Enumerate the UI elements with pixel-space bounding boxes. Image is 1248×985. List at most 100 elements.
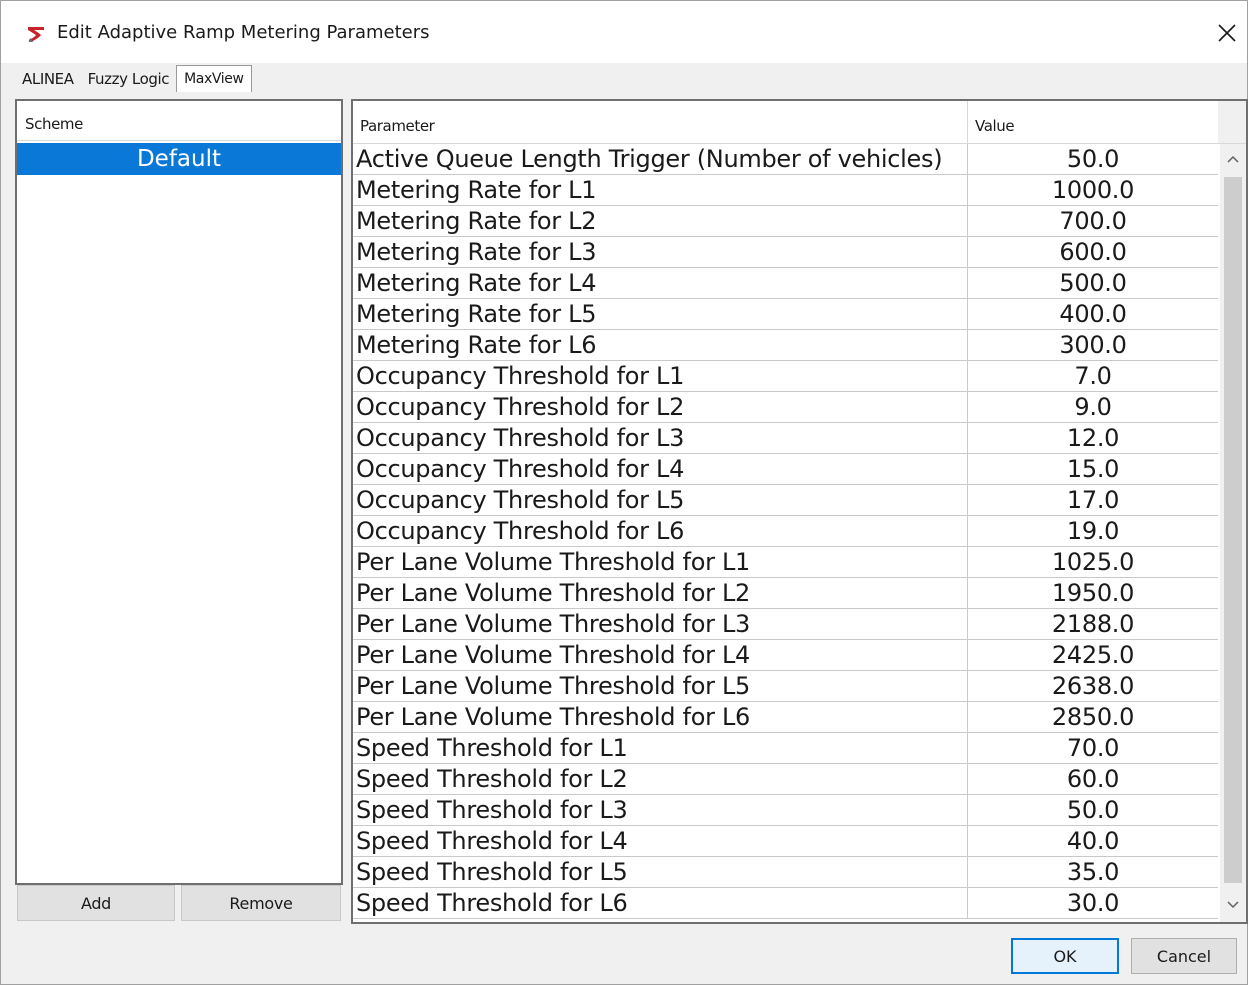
value-cell[interactable]: 30.0 (968, 888, 1218, 918)
table-row[interactable]: Occupancy Threshold for L1 7.0 (353, 361, 1218, 392)
tab-label: ALINEA (22, 70, 74, 88)
table-row[interactable]: Per Lane Volume Threshold for L1 1025.0 (353, 547, 1218, 578)
table-row[interactable]: Metering Rate for L2 700.0 (353, 206, 1218, 237)
list-item-default-scheme[interactable]: Default (17, 143, 341, 175)
value-cell[interactable]: 70.0 (968, 733, 1218, 763)
parameter-cell: Occupancy Threshold for L3 (353, 423, 968, 453)
table-body: Active Queue Length Trigger (Number of v… (353, 144, 1218, 919)
scroll-up-button[interactable] (1220, 146, 1246, 172)
parameter-table: Parameter Value Active Queue Length Trig… (351, 99, 1248, 924)
scheme-label: Default (136, 146, 222, 172)
close-button[interactable] (1209, 15, 1245, 51)
parameter-cell: Speed Threshold for L2 (353, 764, 968, 794)
value-cell[interactable]: 2425.0 (968, 640, 1218, 670)
scrollbar-thumb[interactable] (1224, 177, 1242, 883)
parameter-cell: Speed Threshold for L1 (353, 733, 968, 763)
table-row[interactable]: Per Lane Volume Threshold for L6 2850.0 (353, 702, 1218, 733)
parameter-cell: Occupancy Threshold for L6 (353, 516, 968, 546)
tab-label: MaxView (184, 71, 244, 87)
parameter-cell: Active Queue Length Trigger (Number of v… (353, 144, 968, 174)
value-cell[interactable]: 500.0 (968, 268, 1218, 298)
table-row[interactable]: Occupancy Threshold for L3 12.0 (353, 423, 1218, 454)
chevron-up-icon (1227, 155, 1239, 163)
value-cell[interactable]: 300.0 (968, 330, 1218, 360)
value-cell[interactable]: 50.0 (968, 144, 1218, 174)
chevron-down-icon (1227, 901, 1239, 909)
value-cell[interactable]: 1025.0 (968, 547, 1218, 577)
value-cell[interactable]: 2188.0 (968, 609, 1218, 639)
table-row[interactable]: Speed Threshold for L4 40.0 (353, 826, 1218, 857)
cancel-button[interactable]: Cancel (1131, 938, 1237, 974)
value-cell[interactable]: 9.0 (968, 392, 1218, 422)
dialog-window: Edit Adaptive Ramp Metering Parameters A… (0, 0, 1248, 985)
value-cell[interactable]: 600.0 (968, 237, 1218, 267)
value-cell[interactable]: 400.0 (968, 299, 1218, 329)
table-row[interactable]: Per Lane Volume Threshold for L5 2638.0 (353, 671, 1218, 702)
tab-fuzzy-logic[interactable]: Fuzzy Logic (81, 64, 177, 94)
value-cell[interactable]: 2638.0 (968, 671, 1218, 701)
app-logo-icon (25, 23, 47, 45)
remove-scheme-button[interactable]: Remove (181, 885, 341, 921)
table-row[interactable]: Per Lane Volume Threshold for L3 2188.0 (353, 609, 1218, 640)
parameter-cell: Speed Threshold for L6 (353, 888, 968, 918)
table-row[interactable]: Occupancy Threshold for L6 19.0 (353, 516, 1218, 547)
table-row[interactable]: Speed Threshold for L1 70.0 (353, 733, 1218, 764)
value-cell[interactable]: 40.0 (968, 826, 1218, 856)
algorithm-tabs: ALINEA Fuzzy Logic MaxView (15, 64, 252, 94)
add-scheme-button[interactable]: Add (17, 885, 175, 921)
tab-alinea[interactable]: ALINEA (15, 64, 81, 94)
parameter-cell: Metering Rate for L4 (353, 268, 968, 298)
parameter-cell: Speed Threshold for L4 (353, 826, 968, 856)
column-header-parameter[interactable]: Parameter (353, 101, 968, 144)
table-row[interactable]: Per Lane Volume Threshold for L4 2425.0 (353, 640, 1218, 671)
table-row[interactable]: Metering Rate for L3 600.0 (353, 237, 1218, 268)
window-title: Edit Adaptive Ramp Metering Parameters (57, 22, 430, 43)
close-icon (1218, 24, 1236, 42)
table-row[interactable]: Metering Rate for L1 1000.0 (353, 175, 1218, 206)
value-cell[interactable]: 60.0 (968, 764, 1218, 794)
parameter-cell: Per Lane Volume Threshold for L2 (353, 578, 968, 608)
value-cell[interactable]: 50.0 (968, 795, 1218, 825)
parameter-cell: Occupancy Threshold for L4 (353, 454, 968, 484)
value-cell[interactable]: 2850.0 (968, 702, 1218, 732)
parameter-cell: Occupancy Threshold for L2 (353, 392, 968, 422)
table-row[interactable]: Speed Threshold for L3 50.0 (353, 795, 1218, 826)
parameter-cell: Metering Rate for L6 (353, 330, 968, 360)
table-row[interactable]: Speed Threshold for L5 35.0 (353, 857, 1218, 888)
table-row[interactable]: Active Queue Length Trigger (Number of v… (353, 144, 1218, 175)
value-cell[interactable]: 35.0 (968, 857, 1218, 887)
tab-label: Fuzzy Logic (87, 70, 170, 88)
value-cell[interactable]: 12.0 (968, 423, 1218, 453)
table-row[interactable]: Metering Rate for L4 500.0 (353, 268, 1218, 299)
table-row[interactable]: Metering Rate for L6 300.0 (353, 330, 1218, 361)
value-cell[interactable]: 1950.0 (968, 578, 1218, 608)
table-row[interactable]: Occupancy Threshold for L2 9.0 (353, 392, 1218, 423)
parameter-cell: Per Lane Volume Threshold for L6 (353, 702, 968, 732)
table-row[interactable]: Occupancy Threshold for L5 17.0 (353, 485, 1218, 516)
table-row[interactable]: Per Lane Volume Threshold for L2 1950.0 (353, 578, 1218, 609)
table-row[interactable]: Speed Threshold for L6 30.0 (353, 888, 1218, 919)
parameter-cell: Per Lane Volume Threshold for L3 (353, 609, 968, 639)
scroll-down-button[interactable] (1220, 892, 1246, 918)
value-cell[interactable]: 17.0 (968, 485, 1218, 515)
value-cell[interactable]: 7.0 (968, 361, 1218, 391)
tab-maxview[interactable]: MaxView (176, 65, 252, 92)
header-corner (1218, 101, 1246, 144)
value-cell[interactable]: 19.0 (968, 516, 1218, 546)
vertical-scrollbar[interactable] (1220, 144, 1246, 922)
parameter-cell: Metering Rate for L3 (353, 237, 968, 267)
value-cell[interactable]: 700.0 (968, 206, 1218, 236)
parameter-cell: Metering Rate for L5 (353, 299, 968, 329)
ok-button[interactable]: OK (1011, 938, 1119, 974)
parameter-cell: Speed Threshold for L3 (353, 795, 968, 825)
value-cell[interactable]: 15.0 (968, 454, 1218, 484)
parameter-cell: Per Lane Volume Threshold for L5 (353, 671, 968, 701)
parameter-cell: Occupancy Threshold for L1 (353, 361, 968, 391)
parameter-cell: Occupancy Threshold for L5 (353, 485, 968, 515)
column-header-value[interactable]: Value (968, 101, 1218, 144)
title-bar: Edit Adaptive Ramp Metering Parameters (1, 1, 1247, 63)
value-cell[interactable]: 1000.0 (968, 175, 1218, 205)
table-row[interactable]: Occupancy Threshold for L4 15.0 (353, 454, 1218, 485)
table-row[interactable]: Metering Rate for L5 400.0 (353, 299, 1218, 330)
table-row[interactable]: Speed Threshold for L2 60.0 (353, 764, 1218, 795)
